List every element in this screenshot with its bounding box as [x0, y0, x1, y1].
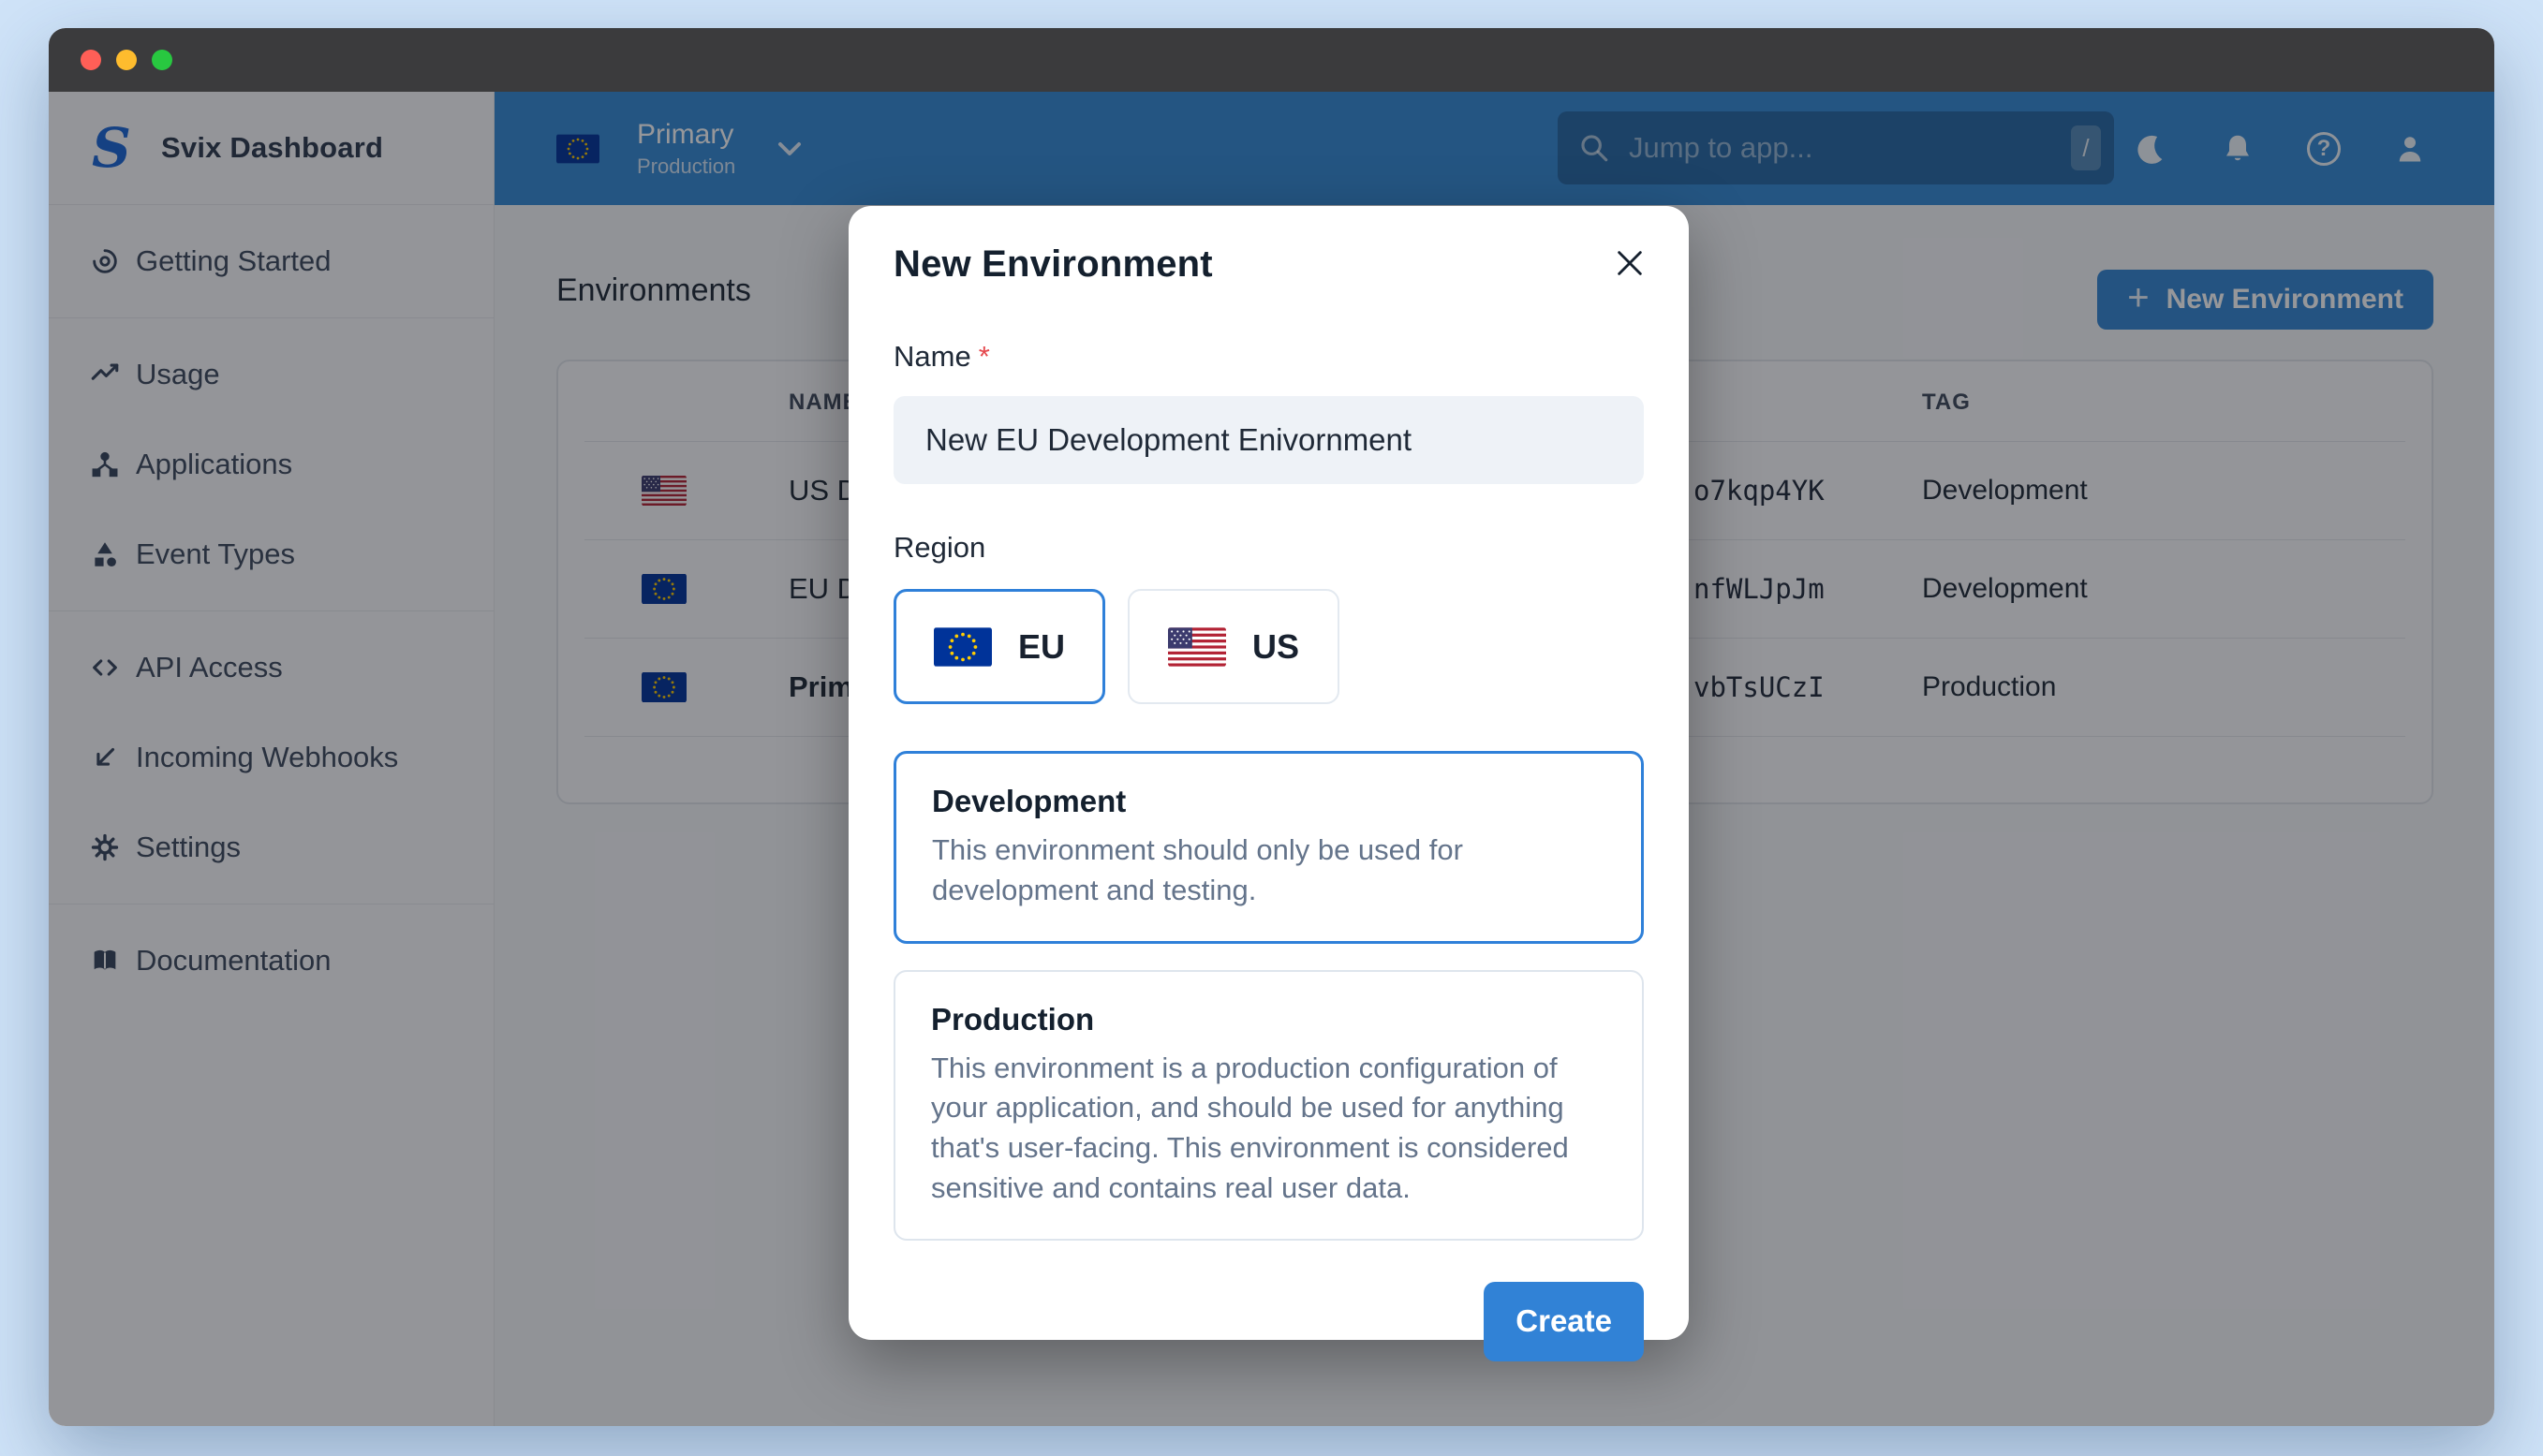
region-option-us[interactable]: US — [1128, 589, 1339, 704]
minimize-window-button[interactable] — [116, 50, 137, 70]
app-window: S Svix Dashboard Getting Started Usage A… — [49, 28, 2494, 1426]
close-icon[interactable] — [1612, 245, 1648, 281]
region-option-eu[interactable]: EU — [894, 589, 1105, 704]
us-flag-icon — [1167, 626, 1226, 667]
eu-flag-icon — [933, 626, 992, 667]
modal-title: New Environment — [894, 243, 1213, 285]
new-environment-modal: New Environment Name* Region — [849, 206, 1689, 1361]
env-type-option-development[interactable]: Development This environment should only… — [894, 751, 1644, 944]
environment-name-input[interactable] — [894, 396, 1644, 484]
name-label: Name * — [894, 340, 990, 373]
env-type-option-production[interactable]: Production This environment is a product… — [894, 969, 1644, 1241]
macos-titlebar — [49, 28, 2494, 92]
region-label: Region — [894, 531, 986, 564]
close-window-button[interactable] — [81, 50, 101, 70]
required-asterisk: * — [978, 340, 990, 373]
create-button[interactable]: Create — [1484, 1281, 1644, 1361]
zoom-window-button[interactable] — [152, 50, 172, 70]
